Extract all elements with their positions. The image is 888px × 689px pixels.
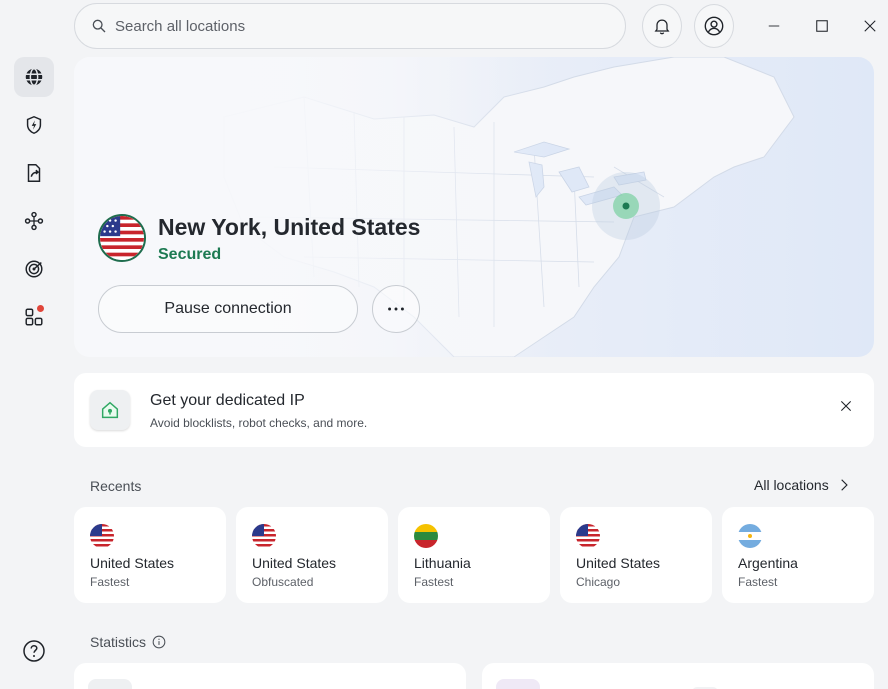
recent-country: United States xyxy=(576,555,661,571)
stat-icon xyxy=(496,679,540,689)
more-horizontal-icon xyxy=(388,307,404,311)
account-button[interactable] xyxy=(694,4,734,48)
recent-detail: Fastest xyxy=(414,575,454,589)
maximize-icon xyxy=(816,20,828,32)
sidebar-item-dark-web-monitor[interactable] xyxy=(14,249,54,289)
statistics-heading: Statistics xyxy=(90,634,166,650)
recent-location-card[interactable]: Lithuania Fastest xyxy=(398,507,550,603)
recent-detail: Fastest xyxy=(90,575,130,589)
statistics-card xyxy=(74,663,466,689)
us-flag-icon xyxy=(90,524,114,548)
argentina-flag-icon xyxy=(738,524,762,548)
file-share-icon xyxy=(27,164,41,182)
recent-country: Argentina xyxy=(738,555,798,571)
us-flag-icon xyxy=(252,524,276,548)
close-icon xyxy=(840,400,852,412)
recent-country: United States xyxy=(252,555,337,571)
pause-connection-button[interactable]: Pause connection xyxy=(98,285,358,333)
recent-location-card[interactable]: Argentina Fastest xyxy=(722,507,874,603)
recent-location-card[interactable]: United States Obfuscated xyxy=(236,507,388,603)
us-flag-icon xyxy=(576,524,600,548)
radar-icon xyxy=(25,260,43,278)
connection-status: Secured xyxy=(158,246,222,263)
bell-icon xyxy=(654,19,670,35)
meshnet-icon xyxy=(24,211,44,231)
sidebar xyxy=(0,0,68,689)
promo-subtitle: Avoid blocklists, robot checks, and more… xyxy=(150,416,368,430)
recent-location-card[interactable]: United States Chicago xyxy=(560,507,712,603)
search-input[interactable] xyxy=(115,17,595,35)
promo-title: Get your dedicated IP xyxy=(150,392,305,409)
statistics-label: Statistics xyxy=(90,634,147,650)
globe-icon xyxy=(25,68,43,86)
minimize-button[interactable] xyxy=(762,14,786,38)
dedicated-ip-banner[interactable]: Get your dedicated IP Avoid blocklists, … xyxy=(74,373,874,447)
all-locations-link[interactable]: All locations xyxy=(754,477,851,493)
dismiss-banner-button[interactable] xyxy=(834,394,858,418)
search-bar[interactable] xyxy=(74,3,626,49)
recent-detail: Fastest xyxy=(738,575,778,589)
user-icon xyxy=(704,16,724,36)
recent-detail: Chicago xyxy=(576,575,621,589)
us-flag-icon xyxy=(98,214,146,262)
all-locations-label: All locations xyxy=(754,477,829,493)
location-pin xyxy=(622,202,630,210)
lithuania-flag-icon xyxy=(414,524,438,548)
home-pin-icon xyxy=(90,390,130,430)
statistics-card xyxy=(482,663,874,689)
sidebar-item-threat-protection[interactable] xyxy=(14,105,54,145)
connected-location: New York, United States xyxy=(158,214,421,240)
notification-badge xyxy=(37,305,44,312)
stat-icon xyxy=(88,679,132,689)
sidebar-item-meshnet[interactable] xyxy=(14,201,54,241)
close-window-button[interactable] xyxy=(858,14,882,38)
sidebar-item-countries[interactable] xyxy=(14,57,54,97)
help-icon xyxy=(23,640,45,662)
recent-country: United States xyxy=(90,555,175,571)
recent-country: Lithuania xyxy=(414,555,471,571)
chevron-right-icon xyxy=(840,479,848,491)
info-icon[interactable] xyxy=(152,635,166,649)
sidebar-item-file-share[interactable] xyxy=(14,153,54,193)
recents-heading: Recents xyxy=(90,478,142,494)
shield-bolt-icon xyxy=(26,115,42,135)
close-icon xyxy=(864,20,876,32)
minimize-icon xyxy=(768,25,780,27)
recent-location-card[interactable]: United States Fastest xyxy=(74,507,226,603)
more-options-button[interactable] xyxy=(372,285,420,333)
recent-detail: Obfuscated xyxy=(252,575,314,589)
notifications-button[interactable] xyxy=(642,4,682,48)
maximize-button[interactable] xyxy=(810,14,834,38)
help-button[interactable] xyxy=(22,639,46,663)
connection-map-card: New York, United States Secured Pause co… xyxy=(74,57,874,357)
sidebar-item-apps[interactable] xyxy=(14,297,54,337)
search-icon xyxy=(92,19,106,33)
